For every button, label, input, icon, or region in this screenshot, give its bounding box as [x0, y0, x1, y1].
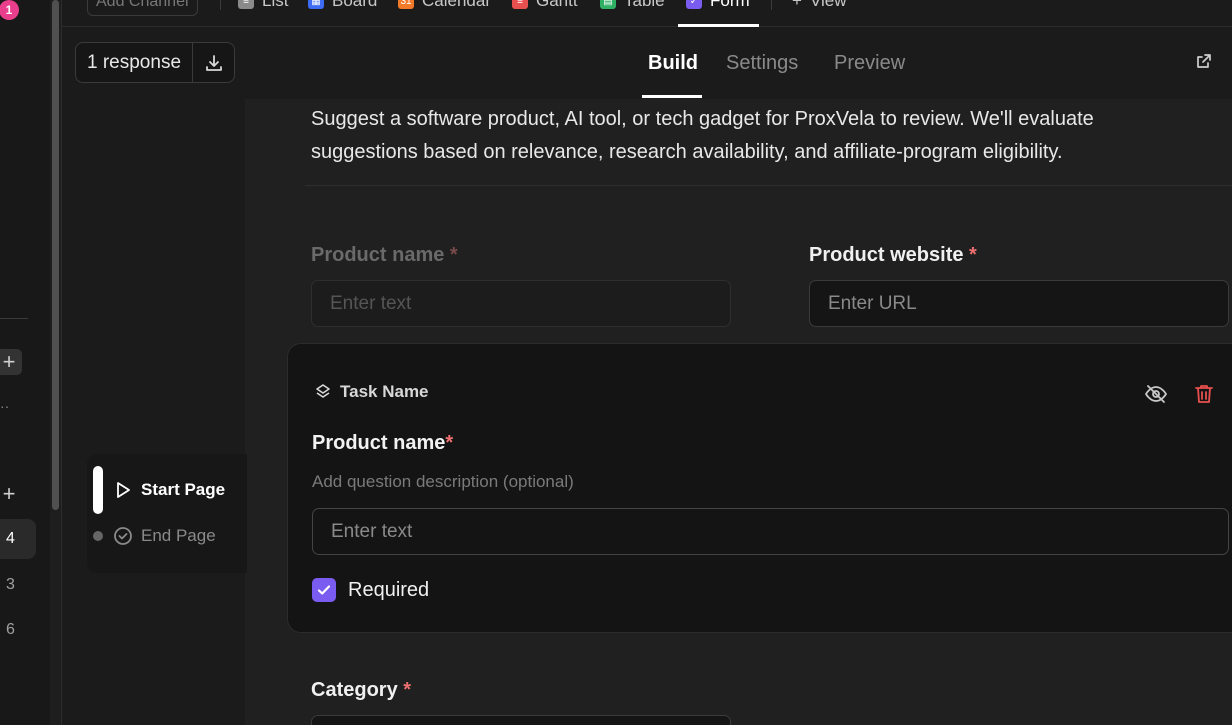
- card-actions: [1144, 382, 1216, 406]
- hide-field-eye-off-icon[interactable]: [1144, 382, 1168, 406]
- tab-board[interactable]: ▦ Board: [308, 0, 377, 12]
- add-view-label: View: [809, 0, 847, 10]
- field-mapping[interactable]: Task Name: [314, 382, 429, 402]
- add-space-button[interactable]: +: [0, 349, 22, 375]
- gantt-icon: ≡: [512, 0, 528, 9]
- tab-build[interactable]: Build: [648, 52, 698, 75]
- field-label-product-website[interactable]: Product website *: [809, 244, 977, 267]
- workspace-rail: 1 + ·· + 4 3 6: [0, 0, 50, 725]
- tab-label: Board: [332, 0, 378, 10]
- question-title-text: Product name: [312, 432, 446, 454]
- board-icon: ▦: [308, 0, 324, 9]
- outline-end-page[interactable]: End Page: [87, 526, 216, 546]
- tab-form[interactable]: ✓ Form: [686, 0, 750, 12]
- required-star: *: [445, 432, 454, 454]
- field-label-category[interactable]: Category *: [311, 679, 411, 702]
- add-item-button[interactable]: +: [0, 481, 22, 507]
- required-star: *: [969, 244, 977, 266]
- category-input[interactable]: [311, 715, 731, 725]
- view-tabs-bar: Add Channel ≡ List ▦ Board 31 Calendar ≡…: [62, 0, 1232, 27]
- inactive-indicator: [93, 531, 103, 541]
- active-indicator: [93, 466, 103, 514]
- tab-gantt[interactable]: ≡ Gantt: [512, 0, 578, 12]
- add-view-button[interactable]: + View: [792, 0, 846, 12]
- checkmark-icon: [317, 585, 331, 595]
- active-tab-indicator: [642, 95, 702, 98]
- tab-settings[interactable]: Settings: [726, 52, 798, 75]
- divider: [305, 185, 1232, 186]
- outline-start-page[interactable]: Start Page: [87, 466, 225, 514]
- field-label-text: Product website: [809, 244, 964, 266]
- required-toggle[interactable]: Required: [312, 578, 429, 602]
- tab-label: List: [262, 0, 289, 10]
- product-name-input-preview[interactable]: Enter text: [311, 280, 731, 327]
- rail-item-count[interactable]: 3: [0, 565, 36, 605]
- tab-label: Calendar: [422, 0, 491, 10]
- product-website-input[interactable]: Enter URL: [809, 280, 1229, 327]
- notification-badge[interactable]: 1: [0, 0, 19, 20]
- tab-calendar[interactable]: 31 Calendar: [398, 0, 491, 12]
- field-label-text: Category: [311, 679, 398, 701]
- form-mode-tabs: Build Settings Preview: [0, 52, 1232, 76]
- divider: [771, 0, 772, 10]
- tab-table[interactable]: ▤ Table: [600, 0, 665, 12]
- add-channel-button[interactable]: Add Channel: [87, 0, 198, 16]
- field-label-text: Product name: [311, 244, 445, 266]
- play-icon: [117, 482, 130, 498]
- divider: [220, 0, 221, 10]
- form-description[interactable]: Suggest a software product, AI tool, or …: [311, 103, 1191, 169]
- rail-divider: [0, 318, 28, 319]
- question-card-product-name[interactable]: Task Name Product name* Add question des…: [287, 343, 1232, 633]
- field-label-product-name[interactable]: Product name *: [311, 244, 458, 267]
- active-tab-indicator: [678, 24, 759, 27]
- tab-list[interactable]: ≡ List: [238, 0, 288, 12]
- scrollbar-thumb[interactable]: [52, 0, 59, 510]
- required-star: *: [449, 244, 458, 266]
- tab-label: Table: [624, 0, 665, 10]
- sidebar-scrollbar[interactable]: [50, 0, 62, 725]
- page-label: Start Page: [141, 480, 226, 499]
- tab-label: Gantt: [536, 0, 578, 10]
- tab-preview[interactable]: Preview: [834, 52, 905, 75]
- delete-trash-icon[interactable]: [1192, 382, 1216, 406]
- product-name-input[interactable]: Enter text: [312, 508, 1229, 555]
- rail-item-count[interactable]: 4: [0, 519, 36, 559]
- question-title[interactable]: Product name*: [312, 432, 453, 455]
- list-icon: ≡: [238, 0, 254, 9]
- calendar-icon: 31: [398, 0, 414, 9]
- required-label: Required: [348, 578, 430, 601]
- form-icon: ✓: [686, 0, 702, 9]
- field-mapping-label: Task Name: [340, 382, 429, 401]
- required-checkbox[interactable]: [312, 578, 336, 602]
- page-label: End Page: [141, 526, 216, 545]
- table-icon: ▤: [600, 0, 616, 9]
- layers-icon: [316, 384, 330, 398]
- check-circle-icon: [114, 527, 132, 545]
- open-external-icon[interactable]: [1195, 52, 1213, 70]
- tab-label: Form: [710, 0, 750, 10]
- question-description-input[interactable]: Add question description (optional): [312, 472, 574, 492]
- rail-item-count[interactable]: 6: [0, 610, 36, 650]
- more-icon[interactable]: ··: [0, 398, 9, 414]
- plus-icon: +: [792, 0, 802, 10]
- page-outline: Start Page End Page: [87, 454, 247, 573]
- required-star: *: [403, 679, 412, 701]
